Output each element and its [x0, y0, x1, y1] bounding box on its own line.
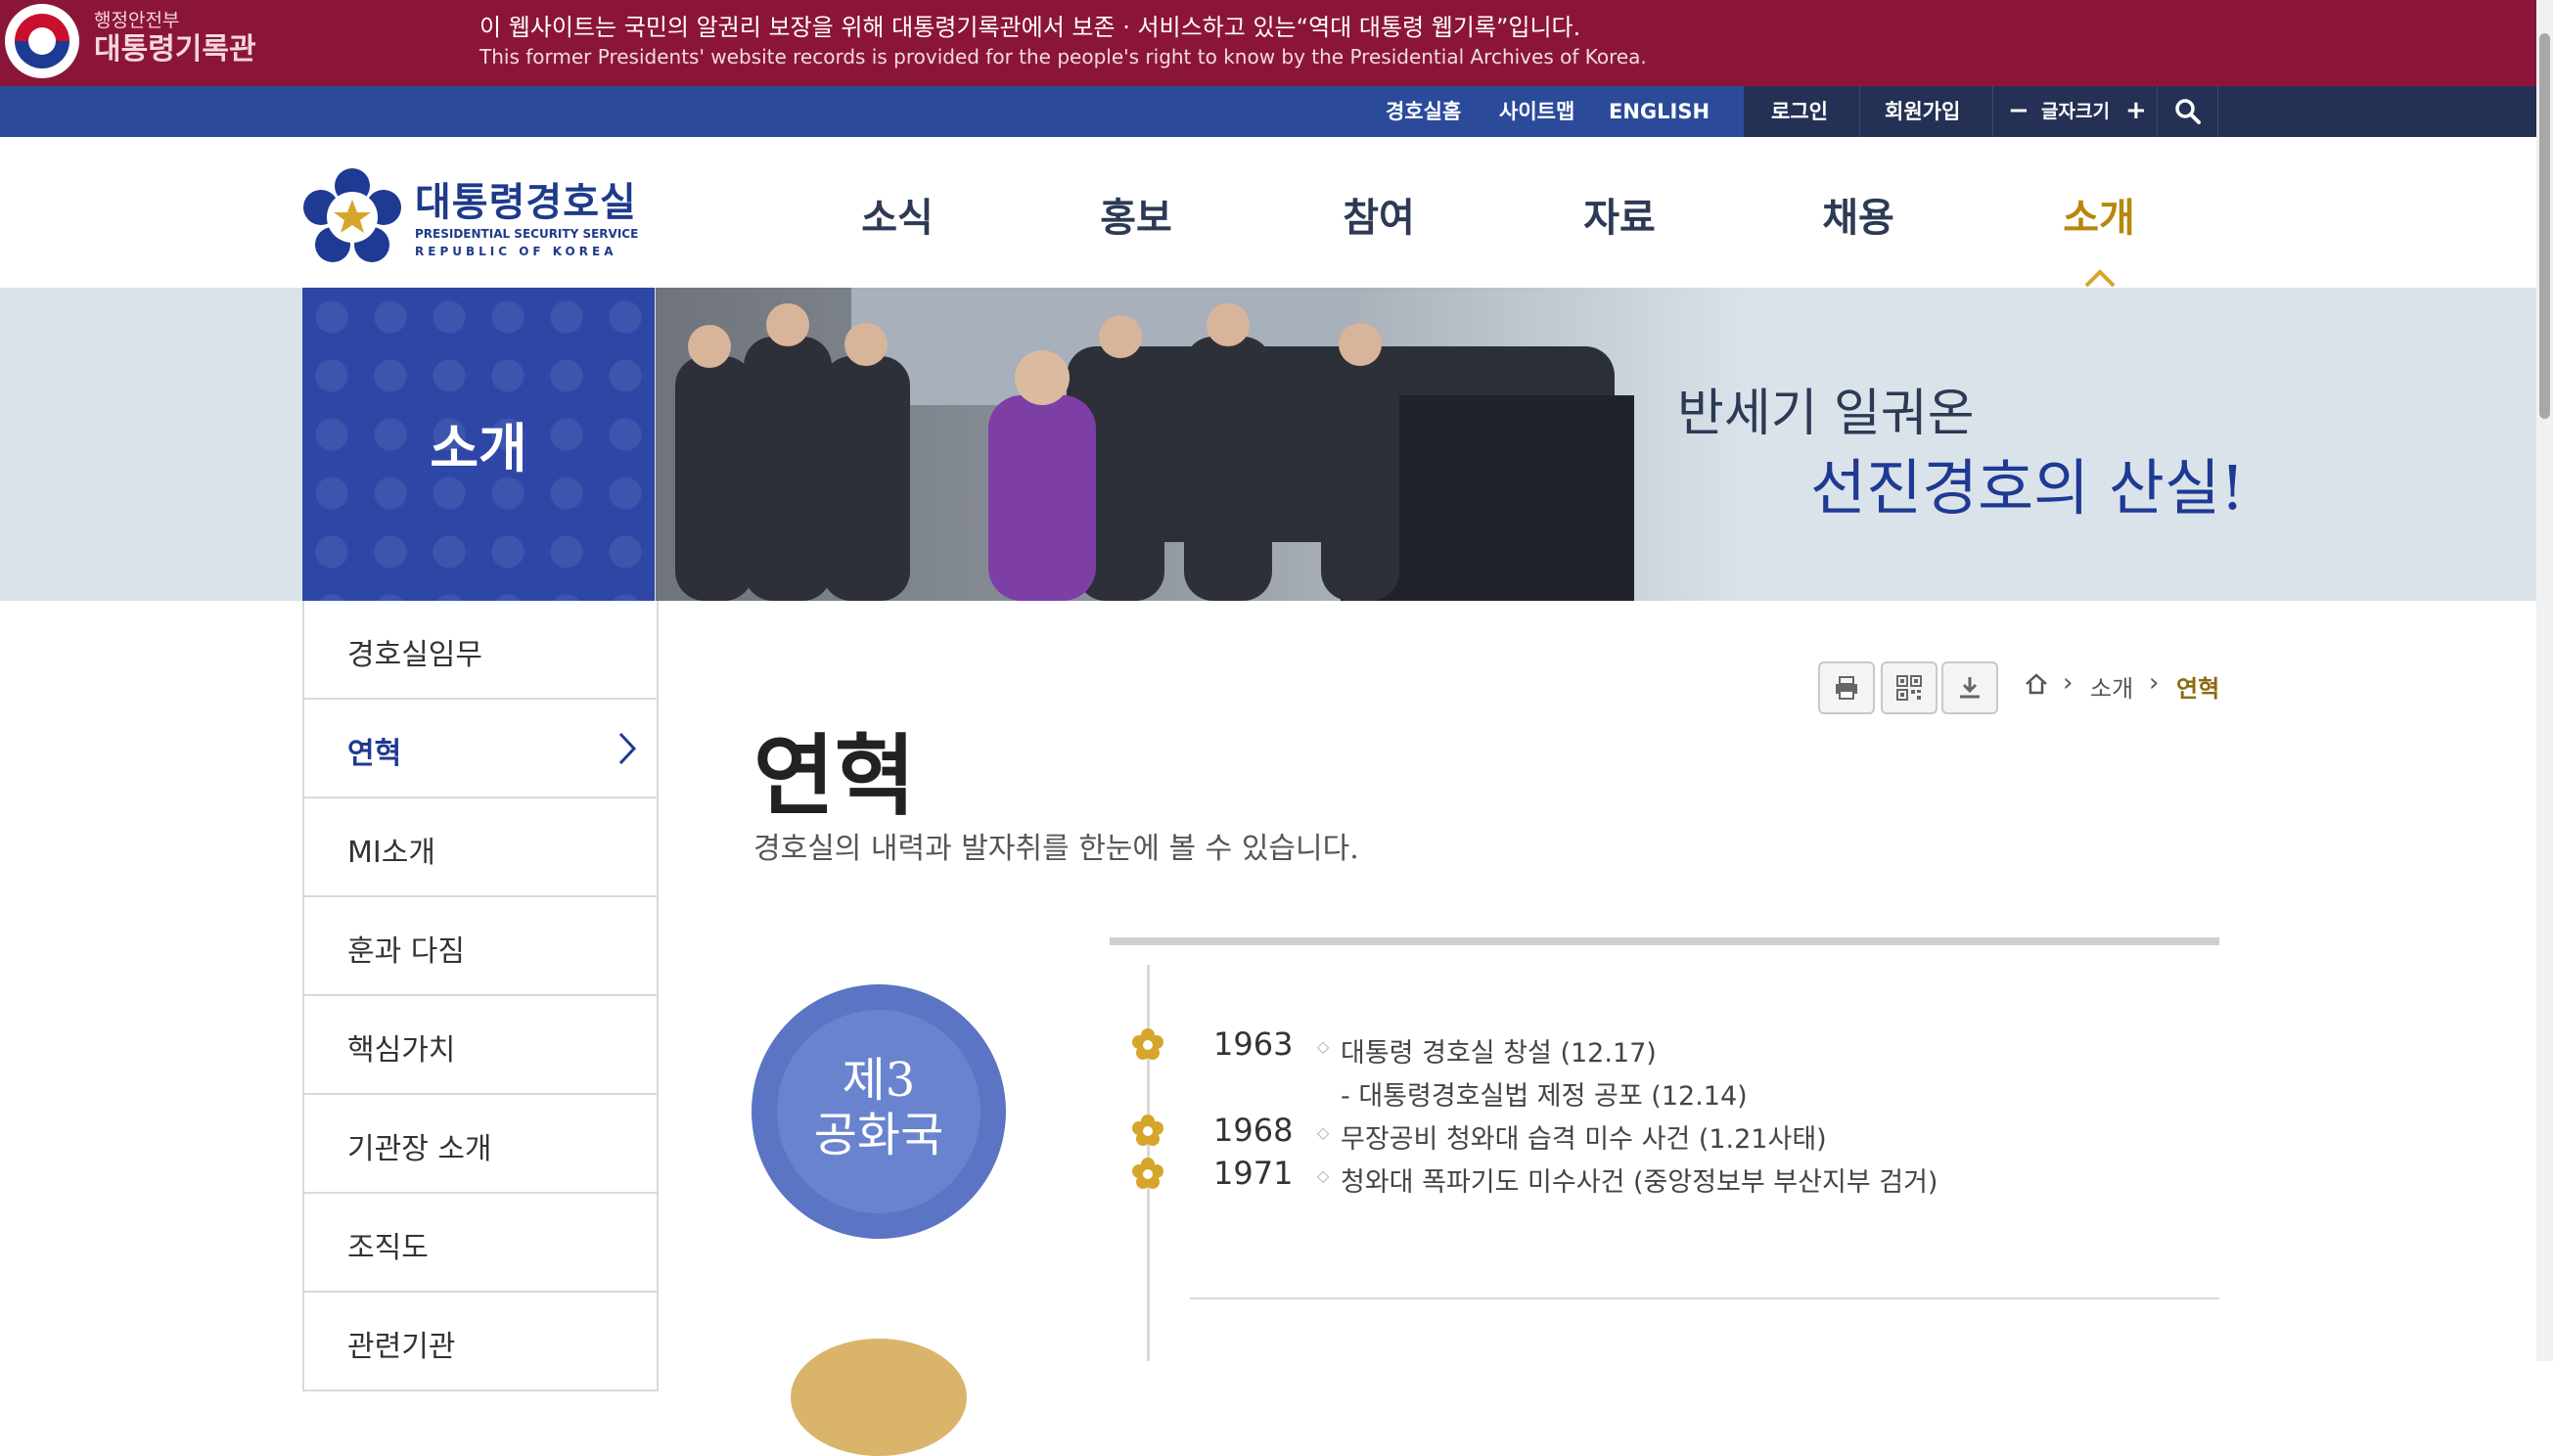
- timeline-event-sub: - 대통령경호실법 제정 공포 (12.14): [1341, 1081, 1748, 1112]
- page-title: 연혁: [753, 725, 916, 828]
- font-size-label: 글자크기: [2041, 101, 2110, 122]
- timeline-year: 1971: [1213, 1155, 1294, 1192]
- nav-about[interactable]: 소개: [2016, 186, 2182, 243]
- nav-resources[interactable]: 자료: [1536, 186, 1703, 243]
- util-divider: [2217, 86, 2218, 137]
- timeline-flower-icon: [1132, 1028, 1163, 1060]
- breadcrumb-separator-icon: ›: [2063, 668, 2074, 698]
- download-button[interactable]: [1941, 661, 1998, 714]
- timeline-event: 청와대 폭파기도 미수사건 (중앙정보부 부산지부 검거): [1341, 1167, 1938, 1198]
- home-icon[interactable]: [2024, 671, 2049, 697]
- util-link-sitemap[interactable]: 사이트맵: [1499, 86, 1574, 137]
- era-badge-line2: 공화국: [813, 1108, 944, 1162]
- breadcrumb-separator-icon: ›: [2149, 668, 2160, 698]
- nav-active-caret-icon: [2084, 269, 2116, 288]
- side-menu-item-head[interactable]: 기관장 소개: [304, 1095, 657, 1194]
- banner-photo: [656, 288, 1752, 601]
- breadcrumb-item-about[interactable]: 소개: [2090, 669, 2133, 704]
- timeline-flower-icon: [1132, 1158, 1163, 1189]
- pss-emblem-icon[interactable]: [301, 166, 403, 264]
- chevron-right-icon: [618, 732, 637, 765]
- archive-notice: 이 웹사이트는 국민의 알권리 보장을 위해 대통령기록관에서 보존 · 서비스…: [479, 12, 1647, 70]
- era-badge-line1: 제3: [842, 1053, 916, 1108]
- side-menu-item-history[interactable]: 연혁: [304, 700, 657, 798]
- logo-name-en: PRESIDENTIAL SECURITY SERVICE: [415, 227, 639, 241]
- section-title: 소개: [430, 418, 527, 479]
- timeline-top-border: [1110, 937, 2219, 945]
- timeline-flower-icon: [1132, 1115, 1163, 1146]
- nav-participation[interactable]: 참여: [1296, 186, 1462, 243]
- util-divider: [1859, 86, 1860, 137]
- archive-org-small: 행정안전부: [94, 10, 180, 31]
- login-link[interactable]: 로그인: [1771, 86, 1828, 137]
- nav-recruit[interactable]: 채용: [1775, 186, 1941, 243]
- side-menu: 경호실임무 연혁 MI소개 훈과 다짐 핵심가치 기관장 소개 조직도 관련기관: [302, 601, 659, 1391]
- logo-name-ko[interactable]: 대통령경호실: [415, 170, 637, 227]
- util-link-english[interactable]: ENGLISH: [1609, 86, 1710, 137]
- util-link-home[interactable]: 경호실홈: [1386, 86, 1461, 137]
- breadcrumb-item-current: 연혁: [2176, 675, 2220, 703]
- side-menu-item-motto[interactable]: 훈과 다짐: [304, 897, 657, 996]
- timeline-section-divider: [1190, 1297, 2219, 1299]
- page-description: 경호실의 내력과 발자취를 한눈에 볼 수 있습니다.: [753, 832, 1359, 866]
- archive-name[interactable]: 행정안전부 대통령기록관: [94, 10, 256, 68]
- print-button[interactable]: [1818, 661, 1875, 714]
- archive-logo-icon[interactable]: [5, 4, 79, 78]
- join-link[interactable]: 회원가입: [1885, 86, 1960, 137]
- bullet-icon: ◇: [1317, 1123, 1330, 1142]
- download-icon: [1960, 677, 1980, 699]
- qr-code-icon: [1896, 675, 1922, 701]
- util-divider: [2157, 86, 2158, 137]
- archive-org-name: 대통령기록관: [94, 32, 256, 67]
- bullet-icon: ◇: [1317, 1037, 1330, 1056]
- font-size-decrease-button[interactable]: −: [2008, 86, 2029, 137]
- nav-pr[interactable]: 홍보: [1053, 186, 1219, 243]
- side-menu-item-mi[interactable]: MI소개: [304, 798, 657, 897]
- util-divider: [1992, 86, 1993, 137]
- scrollbar-thumb[interactable]: [2539, 33, 2550, 419]
- banner-slogan-line2: 선진경호의 산실!: [1810, 452, 2245, 523]
- side-menu-item-mission[interactable]: 경호실임무: [304, 601, 657, 700]
- bullet-icon: ◇: [1317, 1166, 1330, 1185]
- nav-news[interactable]: 소식: [814, 186, 980, 243]
- qr-code-button[interactable]: [1881, 661, 1938, 714]
- banner-slogan-line1: 반세기 일궈온: [1677, 385, 1975, 443]
- search-icon[interactable]: [2174, 98, 2202, 125]
- archive-notice-ko: 이 웹사이트는 국민의 알권리 보장을 위해 대통령기록관에서 보존 · 서비스…: [479, 14, 1581, 41]
- timeline-event: 대통령 경호실 창설 (12.17): [1341, 1038, 1657, 1069]
- timeline-year: 1968: [1213, 1112, 1294, 1149]
- timeline-event: 무장공비 청와대 습격 미수 사건 (1.21사태): [1341, 1124, 1827, 1155]
- era-badge-label: 제3 공화국: [752, 1053, 1006, 1162]
- side-menu-item-values[interactable]: 핵심가치: [304, 996, 657, 1095]
- printer-icon: [1836, 676, 1857, 700]
- side-menu-item-org-chart[interactable]: 조직도: [304, 1194, 657, 1293]
- side-menu-item-related[interactable]: 관련기관: [304, 1293, 657, 1391]
- font-size-increase-button[interactable]: +: [2125, 86, 2147, 137]
- archive-notice-en: This former Presidents' website records …: [479, 45, 1647, 68]
- logo-name-en-country: REPUBLIC OF KOREA: [415, 245, 617, 258]
- era-badge-next: [791, 1339, 967, 1456]
- timeline-year: 1963: [1213, 1025, 1294, 1063]
